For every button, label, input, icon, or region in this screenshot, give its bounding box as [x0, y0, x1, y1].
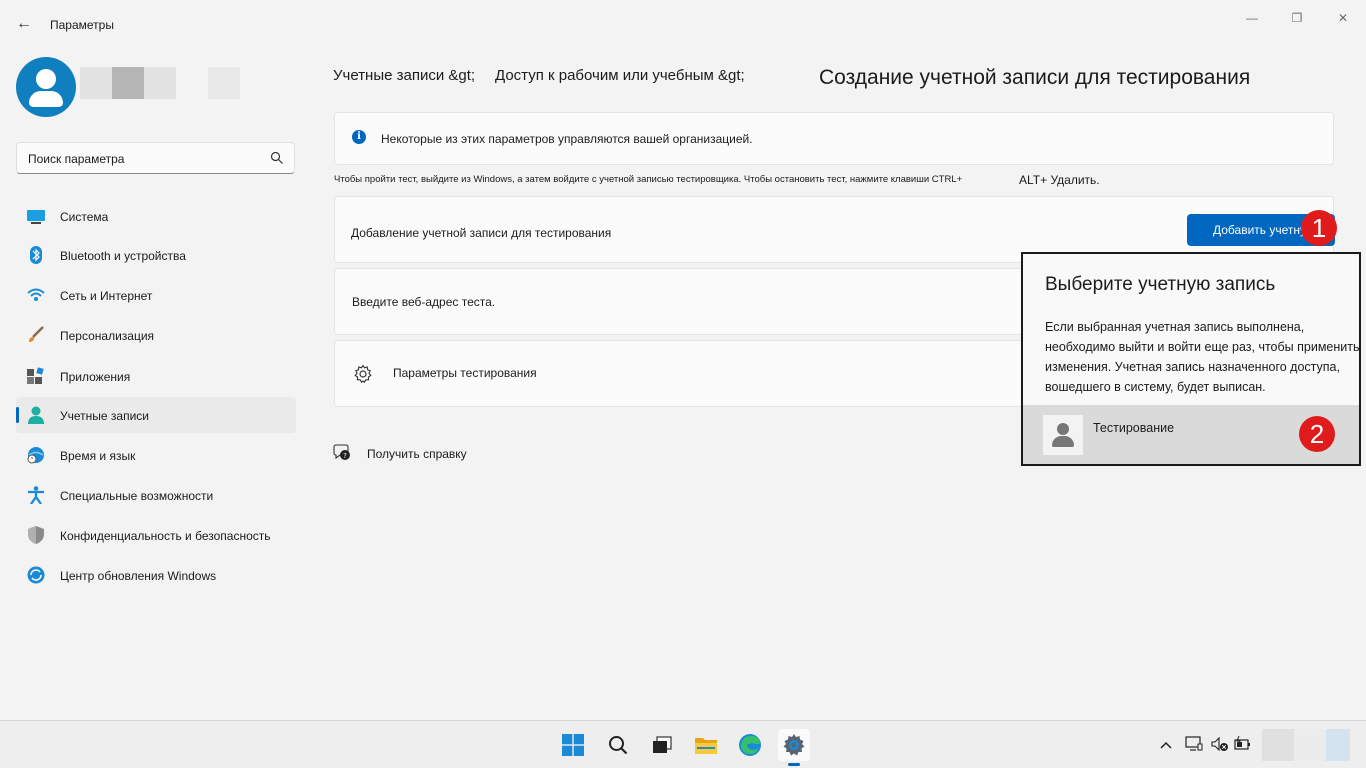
redacted-notification — [1326, 729, 1350, 761]
help-icon[interactable]: ? — [333, 443, 351, 461]
gear-icon — [354, 364, 372, 384]
close-button[interactable]: ✕ — [1333, 8, 1353, 28]
info-banner: i Некоторые из этих параметров управляют… — [334, 112, 1334, 165]
redacted-clock — [1262, 729, 1294, 761]
redacted-user-name — [80, 67, 112, 99]
account-avatar-icon — [1043, 415, 1083, 455]
redacted-user-name-2 — [112, 67, 144, 99]
info-banner-text: Некоторые из этих параметров управляются… — [381, 132, 753, 146]
sidebar-item-label: Учетные записи — [60, 409, 149, 423]
test-url-label: Введите веб-адрес теста. — [352, 295, 496, 309]
hint-text: Чтобы пройти тест, выйдите из Windows, а… — [334, 174, 963, 185]
time-language-icon — [27, 447, 44, 464]
sidebar-item-label: Центр обновления Windows — [60, 569, 217, 583]
close-icon: ✕ — [1337, 11, 1349, 25]
add-account-label: Добавление учетной записи для тестирован… — [351, 226, 612, 240]
search-icon — [609, 736, 628, 755]
file-explorer-button[interactable] — [690, 729, 722, 761]
active-app-indicator — [788, 763, 800, 766]
hint-text-tail: ALT+ Удалить. — [1019, 173, 1100, 187]
redacted-user-name-3 — [144, 67, 176, 99]
sidebar-item-label: Специальные возможности — [60, 489, 214, 503]
edge-icon — [739, 734, 761, 756]
bluetooth-icon — [30, 246, 42, 264]
search-placeholder: Поиск параметра — [28, 152, 125, 166]
sidebar-item-label: Время и язык — [60, 449, 136, 463]
maximize-icon: ❐ — [1291, 11, 1303, 25]
volume-muted-icon[interactable] — [1211, 736, 1229, 754]
settings-app-button[interactable] — [778, 729, 810, 761]
tray-overflow-chevron-icon[interactable] — [1157, 736, 1175, 754]
sidebar-item-time-language[interactable]: Время и язык — [16, 437, 296, 473]
sidebar-item-label: Персонализация — [60, 329, 155, 343]
settings-gear-icon — [783, 734, 805, 756]
edge-browser-button[interactable] — [734, 729, 766, 761]
sidebar-item-label: Bluetooth и устройства — [60, 249, 186, 263]
sidebar-item-privacy[interactable]: Конфиденциальность и безопасность — [16, 517, 296, 553]
dialog-text-line: Если выбранная учетная запись выполнена, — [1045, 320, 1305, 334]
start-button[interactable] — [557, 729, 589, 761]
app-title: Параметры — [50, 18, 114, 32]
user-avatar[interactable] — [16, 57, 76, 117]
redacted-clock-2 — [1294, 729, 1326, 761]
minimize-button[interactable]: — — [1242, 8, 1262, 28]
sidebar-item-accounts[interactable]: Учетные записи — [16, 397, 296, 433]
account-name: Тестирование — [1093, 421, 1175, 435]
back-arrow-icon: ← — [16, 15, 32, 32]
sidebar-item-label: Приложения — [60, 370, 131, 384]
info-icon: i — [352, 130, 366, 144]
apps-icon — [27, 367, 44, 384]
test-settings-label: Параметры тестирования — [393, 366, 537, 380]
sidebar-item-accessibility[interactable]: Специальные возможности — [16, 477, 296, 513]
sidebar-item-label: Конфиденциальность и безопасность — [60, 529, 271, 543]
sidebar-item-label: Сеть и Интернет — [60, 289, 153, 303]
system-icon — [27, 210, 45, 224]
sidebar-item-apps[interactable]: Приложения — [16, 358, 296, 394]
sidebar-item-bluetooth[interactable]: Bluetooth и устройства — [16, 237, 296, 273]
breadcrumb-accounts[interactable]: Учетные записи &gt; — [333, 67, 475, 84]
search-icon — [270, 151, 283, 164]
sidebar-item-label: Система — [60, 210, 109, 224]
sidebar-item-personalization[interactable]: Персонализация — [16, 317, 296, 353]
update-icon — [27, 566, 45, 584]
help-link[interactable]: Получить справку — [367, 447, 467, 461]
dialog-text-line: изменения. Учетная запись назначенного д… — [1045, 360, 1340, 374]
dialog-text-line: необходимо выйти и войти еще раз, чтобы … — [1045, 340, 1360, 354]
accounts-icon — [28, 406, 44, 424]
redacted-user-email — [208, 67, 240, 99]
display-icon[interactable] — [1185, 736, 1203, 754]
search-input[interactable]: Поиск параметра — [16, 142, 295, 174]
breadcrumb-work-school[interactable]: Доступ к рабочим или учебным &gt; — [495, 67, 745, 84]
dialog-title: Выберите учетную запись — [1045, 274, 1276, 295]
sidebar-item-windows-update[interactable]: Центр обновления Windows — [16, 557, 296, 593]
maximize-button[interactable]: ❐ — [1287, 8, 1307, 28]
step-marker-2: 2 — [1299, 416, 1335, 452]
dialog-text-line: вошедшего в систему, будет выписан. — [1045, 380, 1266, 394]
taskbar — [0, 720, 1366, 768]
sidebar-item-network[interactable]: Сеть и Интернет — [16, 277, 296, 313]
svg-text:?: ? — [343, 452, 347, 460]
windows-logo-icon — [562, 734, 584, 756]
shield-icon — [28, 526, 44, 544]
task-view-button[interactable] — [646, 729, 678, 761]
battery-icon[interactable] — [1233, 735, 1251, 754]
page-title: Создание учетной записи для тестирования — [819, 66, 1251, 89]
folder-icon — [695, 738, 717, 754]
step-marker-1: 1 — [1301, 210, 1337, 246]
accessibility-icon — [28, 486, 44, 504]
minimize-icon: — — [1246, 11, 1258, 25]
brush-icon — [29, 326, 44, 342]
wifi-icon — [27, 288, 45, 301]
task-view-icon — [653, 736, 672, 753]
sidebar-item-system[interactable]: Система — [16, 198, 296, 234]
title-bar: ← Параметры — ❐ ✕ — [0, 0, 1366, 48]
back-button[interactable]: ← — [12, 12, 36, 36]
taskbar-search-button[interactable] — [602, 729, 634, 761]
